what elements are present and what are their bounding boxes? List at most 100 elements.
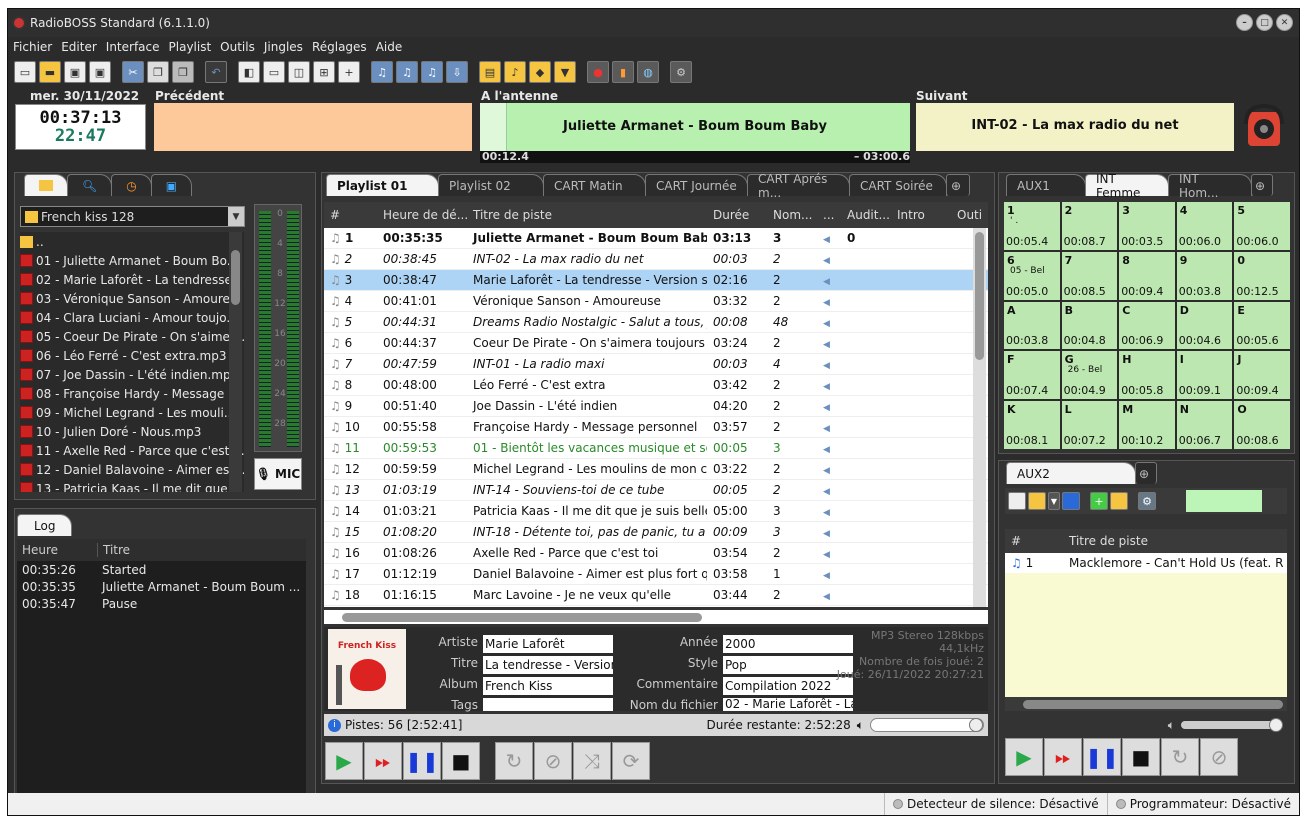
- list-item[interactable]: 01 - Juliette Armanet - Boum Bo...: [20, 251, 244, 270]
- stats-icon[interactable]: ▮: [612, 61, 634, 83]
- scheduler-status[interactable]: Programmateur: Désactivé: [1106, 793, 1299, 815]
- tab-cart-journee[interactable]: CART Journée: [645, 174, 748, 196]
- stop-button[interactable]: ■: [442, 742, 480, 780]
- table-row[interactable]: ♫ 5 00:44:31 Dreams Radio Nostalgic - Salu…: [324, 312, 988, 333]
- pause-button[interactable]: ❚❚: [1083, 738, 1121, 776]
- jingle-cell[interactable]: 8 00:09.4: [1119, 251, 1175, 300]
- table-row[interactable]: ♫ 17 01:12:19 Daniel Balavoine - Aimer est…: [324, 564, 988, 585]
- jingle-cell[interactable]: C 00:06.9: [1119, 301, 1175, 350]
- jingle-cell[interactable]: 6 05 - Bel 00:05.0: [1004, 251, 1060, 300]
- copy-icon[interactable]: ❐: [147, 61, 169, 83]
- maximize-button[interactable]: □: [1256, 14, 1273, 31]
- layout-add-icon[interactable]: +: [338, 61, 360, 83]
- table-row[interactable]: ♫ 1 00:35:35 Juliette Armanet - Boum Boum …: [324, 228, 988, 249]
- slider-thumb[interactable]: [969, 718, 983, 732]
- tab-aux1[interactable]: AUX1: [1006, 174, 1086, 196]
- settings-gear-icon[interactable]: ⚙: [1138, 492, 1156, 510]
- play-button[interactable]: ▶: [325, 742, 363, 780]
- table-row[interactable]: ♫ 2 00:38:45 INT-02 - La max radio du net 0…: [324, 249, 988, 270]
- menu-aide[interactable]: Aide: [376, 40, 403, 54]
- list-item[interactable]: 13 - Patricia Kaas - Il me dit que...: [20, 479, 244, 492]
- table-row[interactable]: ♫ 11 00:59:53 01 - Bientôt les vacances mu…: [324, 438, 988, 459]
- stop-button[interactable]: ■: [1122, 738, 1160, 776]
- slider-thumb[interactable]: [1269, 718, 1283, 732]
- tab-cart-matin[interactable]: CART Matin: [543, 174, 646, 196]
- chevron-down-icon[interactable]: ▼: [228, 207, 244, 226]
- shuffle-button[interactable]: ⤨: [573, 742, 611, 780]
- jingle-cell[interactable]: 4 00:06.0: [1176, 202, 1233, 250]
- scroll-thumb[interactable]: [975, 232, 984, 360]
- table-row[interactable]: ♫ 3 00:38:47 Marie Laforêt - La tendresse …: [324, 270, 988, 291]
- list-item[interactable]: 11 - Axelle Red - Parce que c'est ...: [20, 441, 244, 460]
- folder-select[interactable]: French kiss 128 ▼: [20, 206, 245, 227]
- table-row[interactable]: ♫ 7 00:47:59 INT-01 - La radio maxi 00:03 4 ◀: [324, 354, 988, 375]
- playlist-vscroll[interactable]: [973, 228, 986, 607]
- add-tab-icon[interactable]: ⊕: [1251, 174, 1273, 196]
- jingle-cell[interactable]: D 00:04.6: [1176, 301, 1233, 350]
- tab-playlist-02[interactable]: Playlist 02: [438, 174, 544, 196]
- add-folder-icon[interactable]: [1110, 492, 1128, 510]
- jingle-cell[interactable]: 7 00:08.5: [1061, 251, 1118, 300]
- tags-field[interactable]: [483, 698, 613, 711]
- list-item[interactable]: 02 - Marie Laforêt - La tendresse...: [20, 270, 244, 289]
- table-row[interactable]: ♫ 14 01:03:21 Patricia Kaas - Il me dit qu…: [324, 501, 988, 522]
- scroll-thumb[interactable]: [231, 250, 240, 305]
- ad-icon[interactable]: ▼: [554, 61, 576, 83]
- paste-icon[interactable]: ❐: [172, 61, 194, 83]
- list-item[interactable]: 12 - Daniel Balavoine - Aimer est...: [20, 460, 244, 479]
- jingle-cell[interactable]: M 00:10.2: [1119, 401, 1175, 449]
- tab-search[interactable]: 🔍︎: [67, 174, 113, 196]
- next-button[interactable]: ⏩︎: [364, 742, 402, 780]
- tab-cart-apres[interactable]: CART Aprés m...: [747, 172, 850, 200]
- playlist-hscroll[interactable]: [324, 610, 988, 624]
- tab-media[interactable]: ▣: [150, 174, 193, 196]
- cut-icon[interactable]: ✂: [122, 61, 144, 83]
- menu-outils[interactable]: Outils: [220, 40, 255, 54]
- list-item[interactable]: 08 - Françoise Hardy - Message ...: [20, 384, 244, 403]
- table-row[interactable]: ♫ 15 01:08:20 INT-18 - Détente toi, pas de…: [324, 522, 988, 543]
- tag-icon[interactable]: ◆: [529, 61, 551, 83]
- jingle-icon[interactable]: ♪: [504, 61, 526, 83]
- open-folder-icon[interactable]: [1028, 492, 1046, 510]
- comment-field[interactable]: Compilation 2022: [723, 677, 853, 695]
- layout-grid-icon[interactable]: ⊞: [313, 61, 335, 83]
- table-row[interactable]: ♫ 12 00:59:59 Michel Legrand - Les moulins…: [324, 459, 988, 480]
- add-tab-icon[interactable]: ⊕: [1135, 462, 1157, 484]
- add-icon[interactable]: +: [1090, 492, 1108, 510]
- jingle-cell[interactable]: H 00:05.8: [1119, 351, 1175, 400]
- add-stream-icon[interactable]: ♫: [421, 61, 443, 83]
- filename-field[interactable]: 02 - Marie Laforêt - La tendresse: [723, 698, 853, 711]
- save-as-icon[interactable]: ▣: [89, 61, 111, 83]
- tab-int-femme[interactable]: INT Femme: [1085, 172, 1169, 200]
- save-icon[interactable]: [1062, 492, 1080, 510]
- onair-box[interactable]: Juliette Armanet - Boum Boum Baby 00:12.…: [480, 103, 910, 163]
- silence-detector-status[interactable]: Detecteur de silence: Désactivé: [884, 793, 1107, 815]
- jingle-cell[interactable]: K 00:08.1: [1004, 401, 1060, 449]
- menu-fichier[interactable]: Fichier: [13, 40, 52, 54]
- jingle-cell[interactable]: N 00:06.7: [1176, 401, 1233, 449]
- table-row[interactable]: ♫ 4 00:41:01 Véronique Sanson - Amoureuse 0…: [324, 291, 988, 312]
- minimize-button[interactable]: –: [1236, 14, 1253, 31]
- table-row[interactable]: ♫ 16 01:08:26 Axelle Red - Parce que c'est…: [324, 543, 988, 564]
- table-row[interactable]: ♫ 18 01:16:15 Marc Lavoine - Je ne veux qu…: [324, 585, 988, 606]
- list-item[interactable]: 09 - Michel Legrand - Les mouli...: [20, 403, 244, 422]
- next-button[interactable]: ⏩︎: [1044, 738, 1082, 776]
- scroll-thumb[interactable]: [342, 613, 702, 622]
- jingle-cell[interactable]: 2 00:08.7: [1061, 202, 1118, 250]
- play-button[interactable]: ▶: [1005, 738, 1043, 776]
- tab-cart-soiree[interactable]: CART Soirée: [849, 174, 947, 196]
- jingle-cell[interactable]: O 00:08.6: [1234, 401, 1290, 449]
- album-field[interactable]: French Kiss: [483, 677, 613, 695]
- tab-history[interactable]: ◷: [111, 174, 152, 196]
- menu-editer[interactable]: Editer: [61, 40, 97, 54]
- settings-gear-icon[interactable]: ⚙: [670, 61, 692, 83]
- jingle-cell[interactable]: E 00:05.6: [1234, 301, 1290, 350]
- add-track-icon[interactable]: ♫: [371, 61, 393, 83]
- log-col-title[interactable]: Titre: [97, 543, 277, 557]
- tab-int-homme[interactable]: INT Hom...: [1168, 172, 1252, 200]
- jingle-cell[interactable]: 3 00:03.5: [1119, 202, 1175, 250]
- new-icon[interactable]: ▭: [14, 61, 36, 83]
- artist-field[interactable]: Marie Laforêt: [483, 635, 613, 653]
- layout-top-icon[interactable]: ▭: [263, 61, 285, 83]
- log-col-time[interactable]: Heure: [17, 543, 97, 557]
